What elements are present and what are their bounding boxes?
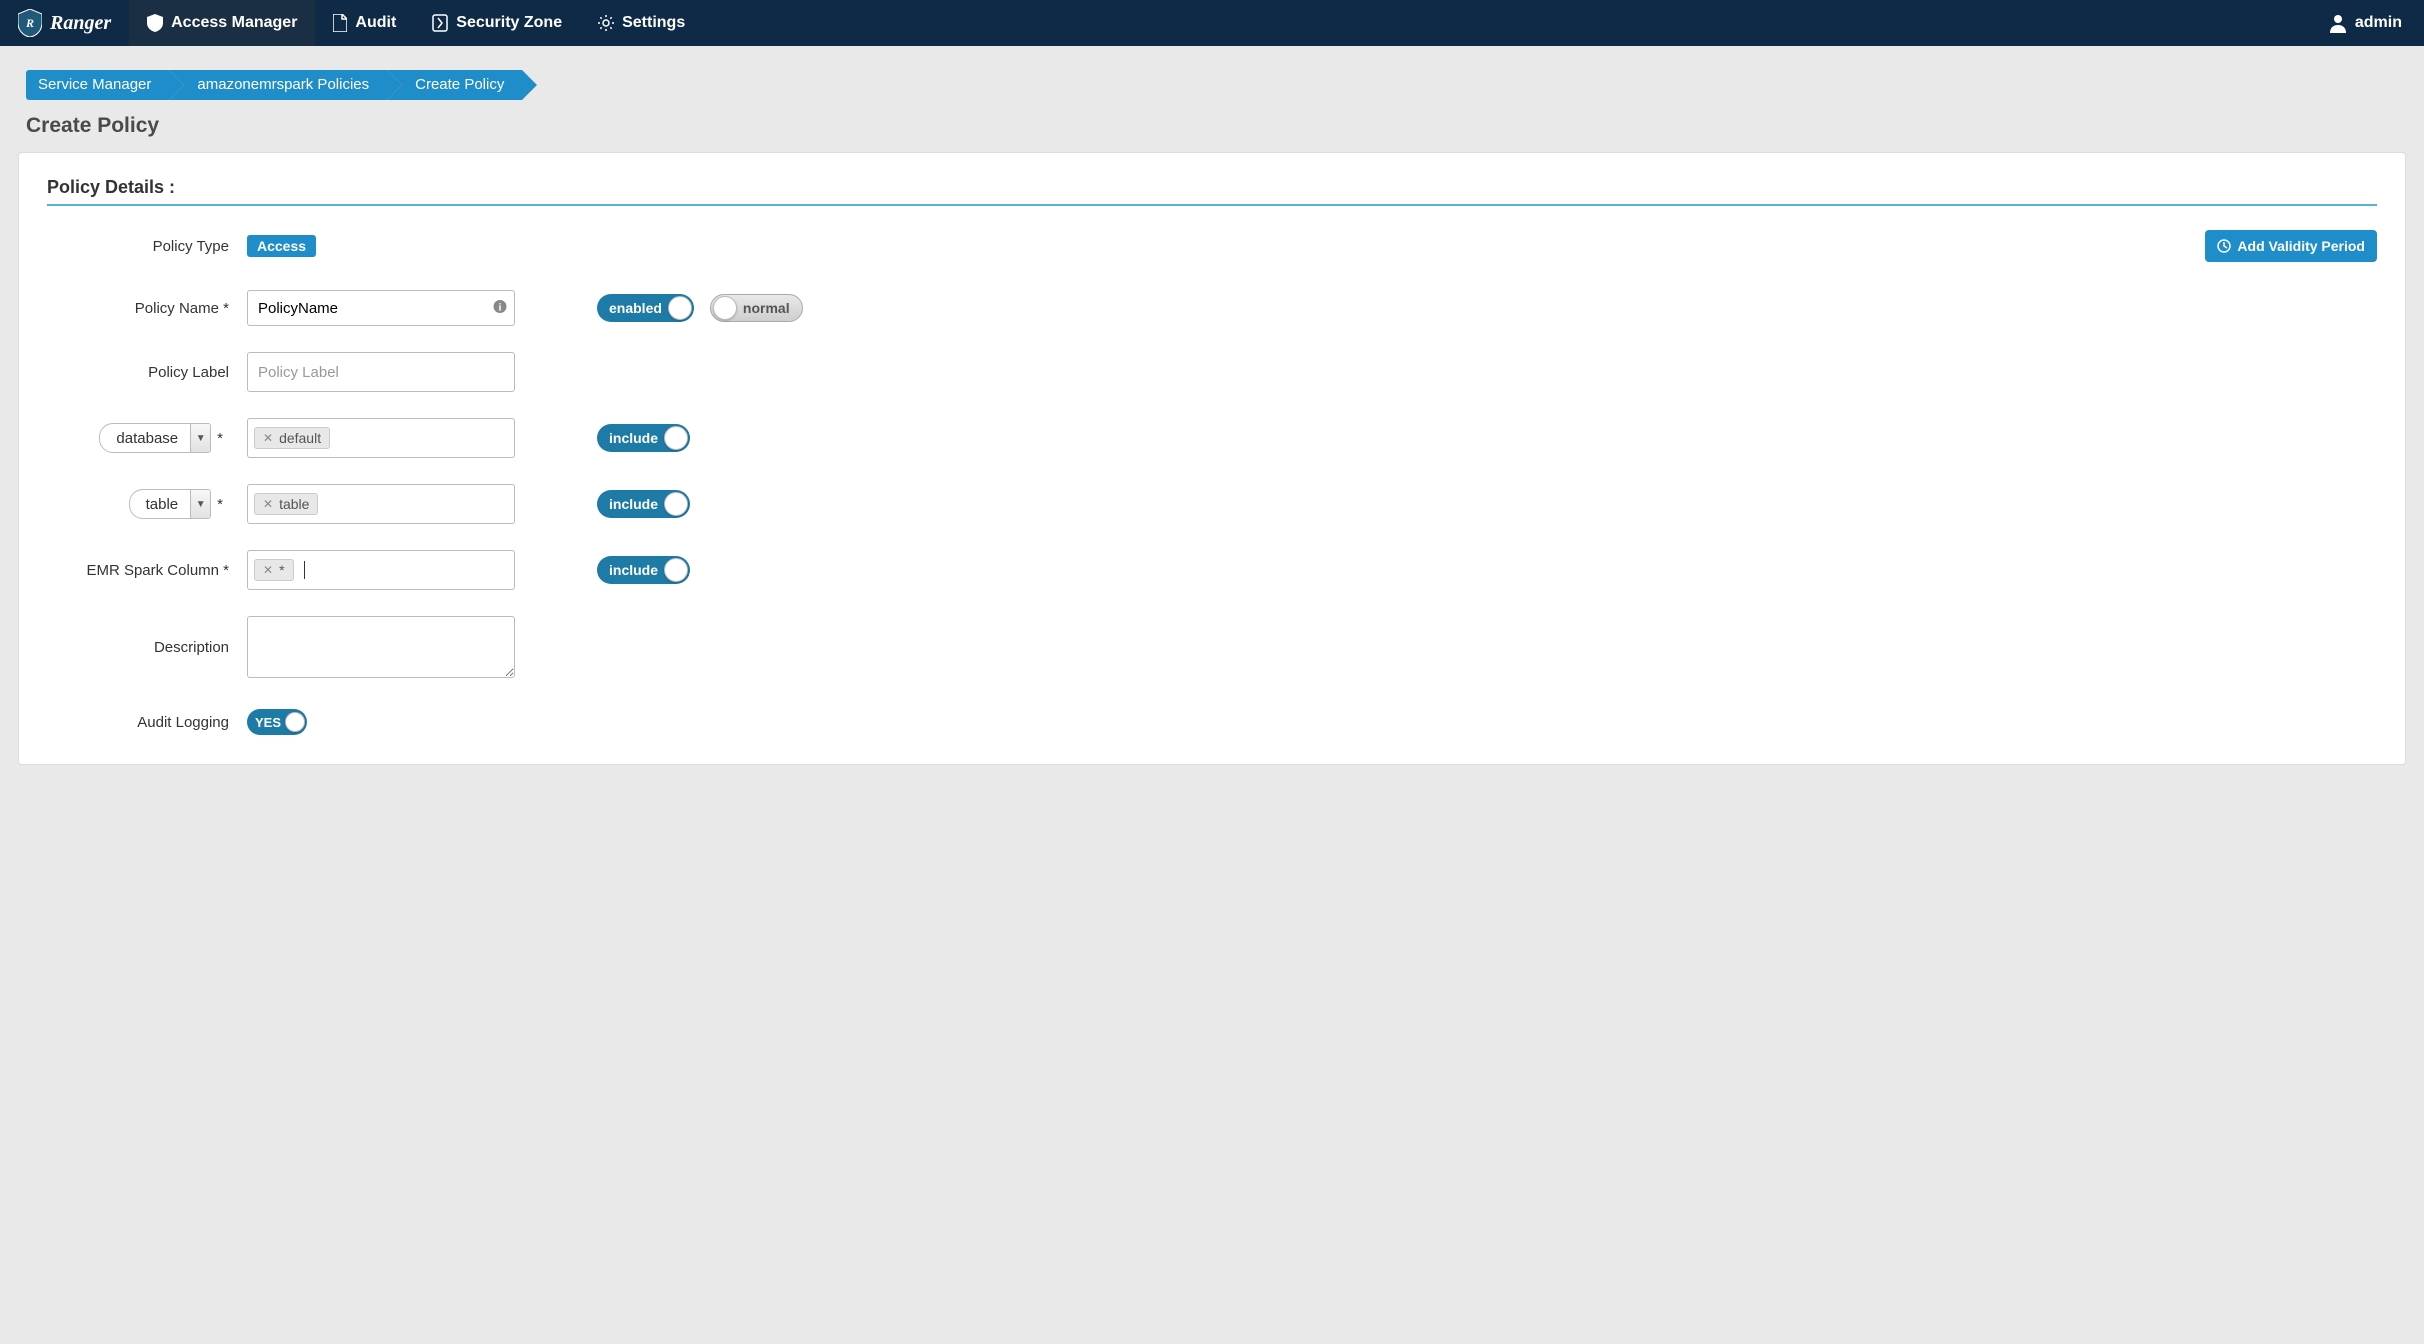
- nav-label: Access Manager: [171, 14, 297, 32]
- button-label: Add Validity Period: [2237, 238, 2365, 254]
- nav-user[interactable]: admin: [2307, 13, 2424, 33]
- gear-icon: [598, 15, 614, 31]
- breadcrumb: Service Manager amazonemrspark Policies …: [26, 70, 2424, 100]
- shield-icon: R: [18, 9, 42, 37]
- table-select[interactable]: table ▼: [129, 489, 212, 519]
- table-tag-input[interactable]: ✕ table: [247, 484, 515, 524]
- row-audit-logging: Audit Logging YES: [47, 704, 2377, 740]
- toggle-knob: [713, 296, 737, 320]
- chevron-down-icon: ▼: [190, 424, 210, 452]
- policy-label-input[interactable]: [247, 352, 515, 392]
- svg-text:i: i: [499, 303, 502, 314]
- row-policy-name: Policy Name * i enabled normal: [47, 290, 2377, 326]
- tag-remove[interactable]: ✕: [263, 431, 273, 445]
- label-policy-label: Policy Label: [47, 364, 247, 381]
- nav-security-zone[interactable]: Security Zone: [414, 0, 580, 46]
- user-icon: [2329, 13, 2347, 33]
- select-text: database: [100, 430, 190, 447]
- tag-label: table: [279, 496, 309, 512]
- toggle-label: include: [609, 562, 664, 578]
- breadcrumb-create-policy[interactable]: Create Policy: [387, 70, 522, 100]
- svg-text:R: R: [25, 16, 34, 30]
- top-nav: R Ranger Access Manager Audit Security Z…: [0, 0, 2424, 46]
- label-emr-spark-column: EMR Spark Column *: [47, 562, 247, 579]
- info-icon[interactable]: i: [493, 300, 507, 317]
- tag-remove[interactable]: ✕: [263, 563, 273, 577]
- zone-icon: [432, 14, 448, 32]
- breadcrumb-service-manager[interactable]: Service Manager: [26, 70, 169, 100]
- nav-label: Audit: [355, 14, 396, 32]
- toggle-label: include: [609, 430, 664, 446]
- row-policy-label: Policy Label: [47, 352, 2377, 392]
- brand-name: Ranger: [50, 12, 111, 35]
- column-tag-input[interactable]: ✕ *: [247, 550, 515, 590]
- row-emr-spark-column: EMR Spark Column * ✕ * include: [47, 550, 2377, 590]
- toggle-knob: [285, 712, 305, 732]
- include-toggle-database[interactable]: include: [597, 424, 690, 452]
- toggle-knob: [664, 558, 688, 582]
- label-audit-logging: Audit Logging: [47, 714, 247, 731]
- row-policy-type: Policy Type Access Add Validity Period: [47, 228, 2377, 264]
- toggle-knob: [668, 296, 692, 320]
- tag-label: *: [279, 562, 284, 578]
- enabled-toggle[interactable]: enabled: [597, 294, 694, 322]
- audit-logging-toggle[interactable]: YES: [247, 709, 307, 735]
- include-toggle-column[interactable]: include: [597, 556, 690, 584]
- nav-label: Settings: [622, 14, 685, 32]
- row-description: Description: [47, 616, 2377, 678]
- nav-audit[interactable]: Audit: [315, 0, 414, 46]
- page-title: Create Policy: [26, 114, 2424, 138]
- nav-label: Security Zone: [456, 14, 562, 32]
- text-cursor: [304, 561, 305, 579]
- label-policy-name: Policy Name *: [47, 300, 247, 317]
- nav-settings[interactable]: Settings: [580, 0, 703, 46]
- user-label: admin: [2355, 14, 2402, 32]
- toggle-knob: [664, 492, 688, 516]
- toggle-knob: [664, 426, 688, 450]
- shield-icon: [147, 14, 163, 32]
- row-table: table ▼ * ✕ table include: [47, 484, 2377, 524]
- toggle-label: enabled: [609, 300, 668, 316]
- policy-name-input[interactable]: [247, 290, 515, 326]
- tag-label: default: [279, 430, 321, 446]
- policy-type-badge: Access: [247, 235, 316, 257]
- brand-logo[interactable]: R Ranger: [0, 9, 129, 37]
- description-textarea[interactable]: [247, 616, 515, 678]
- breadcrumb-policies[interactable]: amazonemrspark Policies: [169, 70, 387, 100]
- tag-default: ✕ default: [254, 427, 330, 449]
- database-select[interactable]: database ▼: [99, 423, 211, 453]
- tag-table: ✕ table: [254, 493, 318, 515]
- tag-remove[interactable]: ✕: [263, 497, 273, 511]
- select-text: table: [130, 496, 191, 513]
- toggle-label: include: [609, 496, 664, 512]
- document-icon: [333, 14, 347, 32]
- label-description: Description: [47, 639, 247, 656]
- include-toggle-table[interactable]: include: [597, 490, 690, 518]
- required-asterisk: *: [217, 496, 223, 513]
- database-tag-input[interactable]: ✕ default: [247, 418, 515, 458]
- row-database: database ▼ * ✕ default include: [47, 418, 2377, 458]
- section-title: Policy Details :: [47, 177, 2377, 206]
- chevron-down-icon: ▼: [190, 490, 210, 518]
- add-validity-button[interactable]: Add Validity Period: [2205, 230, 2377, 262]
- clock-icon: [2217, 239, 2231, 253]
- label-policy-type: Policy Type: [47, 238, 247, 255]
- policy-panel: Policy Details : Policy Type Access Add …: [18, 152, 2406, 765]
- toggle-label: YES: [255, 715, 285, 730]
- toggle-label: normal: [737, 300, 790, 316]
- normal-toggle[interactable]: normal: [710, 294, 803, 322]
- tag-star: ✕ *: [254, 559, 294, 581]
- required-asterisk: *: [217, 430, 223, 447]
- nav-access-manager[interactable]: Access Manager: [129, 0, 315, 46]
